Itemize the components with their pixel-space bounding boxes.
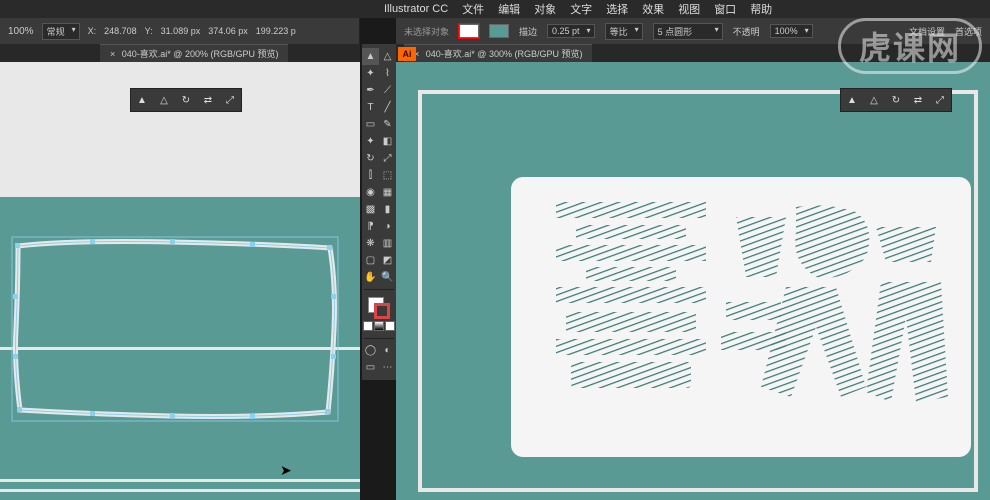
menu-bar: Illustrator CC 文件 编辑 对象 文字 选择 效果 视图 窗口 帮…	[0, 0, 990, 18]
stripe-2	[0, 479, 360, 482]
direct-selection-tool[interactable]: △	[379, 48, 396, 65]
none-mode-btn[interactable]	[385, 321, 395, 331]
coord-h[interactable]: 199.223 p	[256, 26, 296, 36]
color-mode-btn[interactable]	[363, 321, 373, 331]
float-reflect-icon[interactable]: ⇄	[910, 92, 926, 108]
coord-w[interactable]: 374.06 px	[208, 26, 248, 36]
magic-wand-tool[interactable]: ✦	[362, 65, 379, 82]
lasso-tool[interactable]: ⌇	[379, 65, 396, 82]
close-tab-icon[interactable]: ×	[110, 49, 115, 59]
float-scale-icon[interactable]: ⤢	[222, 92, 238, 108]
brush-tool[interactable]: ✎	[379, 116, 396, 133]
float-direct-icon[interactable]: △	[866, 92, 882, 108]
stripe-3	[0, 489, 360, 492]
watermark: 虎课网	[838, 18, 982, 74]
floating-toolbar-right[interactable]: ▲ △ ↻ ⇄ ⤢	[840, 88, 952, 112]
stroke-weight-field[interactable]: 0.25 pt	[547, 24, 595, 38]
options-bar-left: 100% 常规 X: 248.708 Y: 31.089 px 374.06 p…	[0, 18, 360, 44]
artboard-tool[interactable]: ▢	[362, 252, 379, 269]
free-transform-tool[interactable]: ⬚	[379, 167, 396, 184]
float-rotate-icon[interactable]: ↻	[178, 92, 194, 108]
draw-normal[interactable]: ◯	[362, 342, 379, 359]
float-select-icon[interactable]: ▲	[844, 92, 860, 108]
float-scale-icon[interactable]: ⤢	[932, 92, 948, 108]
eraser-tool[interactable]: ◧	[379, 133, 396, 150]
tool-panel: ▲△ ✦⌇ ✒⟋ T╱ ▭✎ ✦◧ ↻⤢ ⫿⬚ ◉▦ ▩▮ ⁋◑ ❋▥ ▢◩ ✋…	[362, 44, 396, 380]
menu-help[interactable]: 帮助	[750, 1, 772, 17]
pen-tool[interactable]: ✒	[362, 82, 379, 99]
floating-toolbar-left[interactable]: ▲ △ ↻ ⇄ ⤢	[130, 88, 242, 112]
zoom-level[interactable]: 100%	[8, 26, 34, 37]
ai-badge: Ai	[398, 47, 416, 61]
hand-tool[interactable]: ✋	[362, 269, 379, 286]
menu-effect[interactable]: 效果	[642, 1, 664, 17]
selection-tool[interactable]: ▲	[362, 48, 379, 65]
opacity-label: 不透明	[733, 25, 760, 38]
coord-y[interactable]: 31.089 px	[161, 26, 201, 36]
coord-y-label: Y:	[145, 26, 153, 36]
opacity-field[interactable]: 100%	[770, 24, 813, 38]
draw-behind[interactable]: ◐	[379, 342, 396, 359]
cursor-icon: ➤	[280, 462, 292, 479]
line-tool[interactable]: ╱	[379, 99, 396, 116]
gradient-tool[interactable]: ▮	[379, 201, 396, 218]
width-tool[interactable]: ⫿	[362, 167, 379, 184]
document-tab-left[interactable]: × 040-喜欢.ai* @ 200% (RGB/GPU 预览)	[100, 44, 288, 62]
no-selection-label: 未选择对象	[404, 25, 449, 38]
menu-file[interactable]: 文件	[462, 1, 484, 17]
edit-toolbar[interactable]: ⋯	[379, 359, 396, 376]
menu-type[interactable]: 文字	[570, 1, 592, 17]
graph-tool[interactable]: ▥	[379, 235, 396, 252]
float-reflect-icon[interactable]: ⇄	[200, 92, 216, 108]
coord-x[interactable]: 248.708	[104, 26, 137, 36]
app-name: Illustrator CC	[384, 3, 448, 15]
shape-builder-tool[interactable]: ◉	[362, 184, 379, 201]
rectangle-tool[interactable]: ▭	[362, 116, 379, 133]
float-select-icon[interactable]: ▲	[134, 92, 150, 108]
menu-select[interactable]: 选择	[606, 1, 628, 17]
menu-edit[interactable]: 编辑	[498, 1, 520, 17]
slice-tool[interactable]: ◩	[379, 252, 396, 269]
document-tab-right[interactable]: × 040-喜欢.ai* @ 300% (RGB/GPU 预览)	[404, 44, 592, 62]
type-tool[interactable]: T	[362, 99, 379, 116]
uniform-dropdown[interactable]: 等比	[605, 23, 643, 40]
rotate-tool[interactable]: ↻	[362, 150, 379, 167]
symbol-sprayer-tool[interactable]: ❋	[362, 235, 379, 252]
float-rotate-icon[interactable]: ↻	[888, 92, 904, 108]
perspective-tool[interactable]: ▦	[379, 184, 396, 201]
artboard-right	[396, 62, 990, 500]
fill-swatch[interactable]	[459, 24, 479, 38]
zoom-tool[interactable]: 🔍	[379, 269, 396, 286]
curvature-tool[interactable]: ⟋	[379, 82, 396, 99]
menu-object[interactable]: 对象	[534, 1, 556, 17]
menu-window[interactable]: 窗口	[714, 1, 736, 17]
stroke-swatch[interactable]	[489, 24, 509, 38]
canvas-left[interactable]: ➤	[0, 62, 360, 500]
eyedropper-tool[interactable]: ⁋	[362, 218, 379, 235]
scale-tool[interactable]: ⤢	[379, 150, 396, 167]
screen-mode[interactable]: ▭	[362, 359, 379, 376]
fill-stroke-control[interactable]	[362, 293, 396, 335]
shaper-tool[interactable]: ✦	[362, 133, 379, 150]
mesh-tool[interactable]: ▩	[362, 201, 379, 218]
gradient-mode-btn[interactable]	[374, 321, 384, 331]
blend-tool[interactable]: ◑	[379, 218, 396, 235]
hatched-text-art	[536, 187, 956, 437]
stroke-label: 描边	[519, 25, 537, 38]
coord-x-label: X:	[88, 26, 97, 36]
selected-rough-rectangle[interactable]	[10, 234, 340, 424]
canvas-right[interactable]	[396, 62, 990, 500]
float-direct-icon[interactable]: △	[156, 92, 172, 108]
dropdown-mode[interactable]: 常规	[42, 23, 80, 40]
brush-style-dropdown[interactable]: 5 点圆形	[653, 23, 723, 40]
stroke-color-box[interactable]	[374, 303, 390, 319]
tab-bar-left: × 040-喜欢.ai* @ 200% (RGB/GPU 预览)	[0, 44, 360, 62]
menu-view[interactable]: 视图	[678, 1, 700, 17]
